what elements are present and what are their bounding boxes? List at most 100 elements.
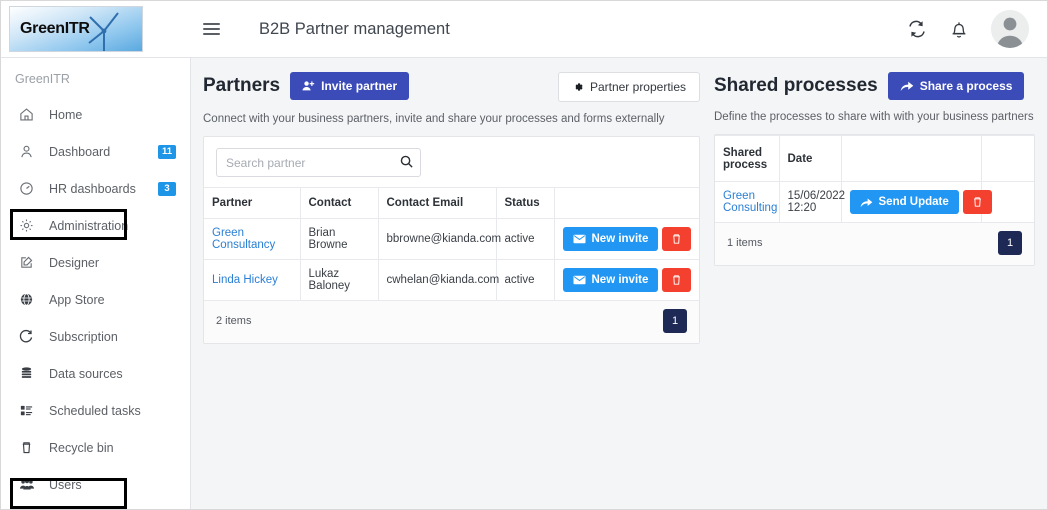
partner-link[interactable]: Linda Hickey <box>212 274 278 286</box>
shared-processes-page-1-button[interactable]: 1 <box>998 231 1022 255</box>
globe-icon <box>19 292 41 307</box>
cell-actions: Send Update <box>841 181 992 223</box>
shared-processes-title: Shared processes <box>714 75 878 96</box>
column-header-partner: Partner <box>204 187 301 219</box>
cell-email: cwhelan@kianda.com <box>378 259 499 301</box>
send-update-button[interactable]: Send Update <box>849 190 959 214</box>
sidebar-item-label: Administration <box>49 218 129 233</box>
sidebar-item-data-sources[interactable]: Data sources <box>1 355 190 392</box>
share-arrow-icon <box>900 80 914 92</box>
sidebar-item-app-store[interactable]: App Store <box>1 281 190 318</box>
sidebar-item-home[interactable]: Home <box>1 96 190 133</box>
avatar[interactable] <box>991 10 1029 48</box>
column-header-status: Status <box>496 187 555 219</box>
refresh-arrow-icon <box>19 329 41 344</box>
column-header-contact-email: Contact Email <box>378 187 497 219</box>
column-header-extra <box>981 135 1034 182</box>
refresh-icon[interactable] <box>907 19 927 39</box>
partners-table: Partner Contact Contact Email Status Gre… <box>204 187 699 301</box>
search-wrapper <box>216 148 421 177</box>
sidebar-item-label: Data sources <box>49 366 123 381</box>
trash-icon <box>671 233 682 245</box>
partners-table-footer: 2 items 1 <box>204 301 699 343</box>
partner-link[interactable]: Green Consultancy <box>212 227 275 251</box>
share-a-process-button-label: Share a process <box>919 79 1013 93</box>
search-icon[interactable] <box>399 154 414 169</box>
sidebar: GreenITR Home Dashboard 11 HR dashboards… <box>1 58 191 509</box>
user-plus-icon <box>302 80 315 92</box>
hamburger-icon[interactable] <box>203 17 227 41</box>
partners-header-row: Partners Invite partner Partner properti… <box>203 72 700 102</box>
bell-icon[interactable] <box>949 19 969 40</box>
top-bar: GreenITR B2B Partner management <box>1 1 1047 58</box>
sidebar-item-label: Dashboard <box>49 144 111 159</box>
sidebar-item-label: Subscription <box>49 329 118 344</box>
sidebar-item-invite-partner[interactable]: Invite partner <box>1 503 190 510</box>
sidebar-item-label: App Store <box>49 292 105 307</box>
new-invite-button[interactable]: New invite <box>562 227 659 251</box>
shared-processes-description: Define the processes to share with with … <box>714 111 1034 123</box>
sidebar-brand: GreenITR <box>15 72 70 86</box>
logo-text: GreenITR <box>20 20 90 37</box>
share-arrow-icon <box>860 197 873 208</box>
sidebar-item-label: Home <box>49 107 83 122</box>
cell-status: active <box>496 259 555 301</box>
partners-page-1-button[interactable]: 1 <box>663 309 687 333</box>
sidebar-item-label: Users <box>49 477 82 492</box>
shared-processes-table-header-row: Shared process Date <box>715 135 1034 182</box>
partners-items-count: 2 items <box>216 315 252 327</box>
trash-icon <box>19 440 41 455</box>
share-a-process-button[interactable]: Share a process <box>887 72 1025 100</box>
partners-heading: Partners Invite partner <box>203 72 410 100</box>
shared-processes-panel: Shared processes Share a process Define … <box>714 72 1035 509</box>
sidebar-item-label: HR dashboards <box>49 181 136 196</box>
column-header-actions <box>554 187 699 219</box>
sidebar-item-label: Recycle bin <box>49 440 114 455</box>
column-header-date: Date <box>779 135 842 182</box>
new-invite-button-label: New invite <box>591 233 649 245</box>
cell-status: active <box>496 218 555 260</box>
delete-row-button[interactable] <box>662 227 692 251</box>
page-title: B2B Partner management <box>259 19 450 38</box>
delete-row-button[interactable] <box>662 268 692 292</box>
sidebar-item-dashboard[interactable]: Dashboard 11 <box>1 133 190 170</box>
sidebar-badge: 3 <box>158 181 176 196</box>
trash-icon <box>972 196 983 208</box>
send-update-button-label: Send Update <box>878 196 949 208</box>
new-invite-button[interactable]: New invite <box>562 268 659 292</box>
envelope-icon <box>572 234 586 244</box>
sidebar-item-users[interactable]: Users <box>1 466 190 503</box>
table-row: Green Consultancy Brian Browne bbrowne@k… <box>204 218 699 260</box>
sidebar-item-subscription[interactable]: Subscription <box>1 318 190 355</box>
logo-area[interactable]: GreenITR <box>1 1 191 58</box>
sidebar-item-designer[interactable]: Designer <box>1 244 190 281</box>
shared-processes-items-count: 1 items <box>727 237 763 249</box>
row-action-group: Send Update <box>849 190 992 214</box>
sidebar-item-administration[interactable]: Administration <box>1 207 190 244</box>
shared-processes-heading: Shared processes Share a process <box>714 72 1035 100</box>
envelope-icon <box>572 275 586 285</box>
sidebar-item-label: Designer <box>49 255 100 270</box>
gear-icon <box>19 218 41 233</box>
new-invite-button-label: New invite <box>591 274 649 286</box>
app-logo[interactable]: GreenITR <box>9 6 143 52</box>
gear-icon <box>572 81 584 93</box>
partner-properties-button[interactable]: Partner properties <box>557 72 700 102</box>
partners-table-header-row: Partner Contact Contact Email Status <box>204 187 699 219</box>
delete-row-button[interactable] <box>962 190 992 214</box>
sidebar-item-scheduled-tasks[interactable]: Scheduled tasks <box>1 392 190 429</box>
partners-description: Connect with your business partners, inv… <box>203 113 665 125</box>
shared-process-link[interactable]: Green Consulting <box>723 190 777 214</box>
row-action-group: New invite <box>562 268 692 292</box>
column-header-contact: Contact <box>300 187 379 219</box>
cell-email: bbrowne@kianda.com <box>378 218 501 260</box>
search-partner-input[interactable] <box>216 148 421 177</box>
home-icon <box>19 107 41 122</box>
shared-processes-table-footer: 1 items 1 <box>715 223 1034 265</box>
cell-date: 15/06/2022 12:20 <box>779 181 845 223</box>
sidebar-item-hr-dashboards[interactable]: HR dashboards 3 <box>1 170 190 207</box>
sidebar-item-recycle-bin[interactable]: Recycle bin <box>1 429 190 466</box>
cell-partner: Green Consultancy <box>204 218 301 260</box>
invite-partner-button[interactable]: Invite partner <box>290 72 410 100</box>
table-row: Green Consulting 15/06/2022 12:20 Send U… <box>715 181 1034 223</box>
